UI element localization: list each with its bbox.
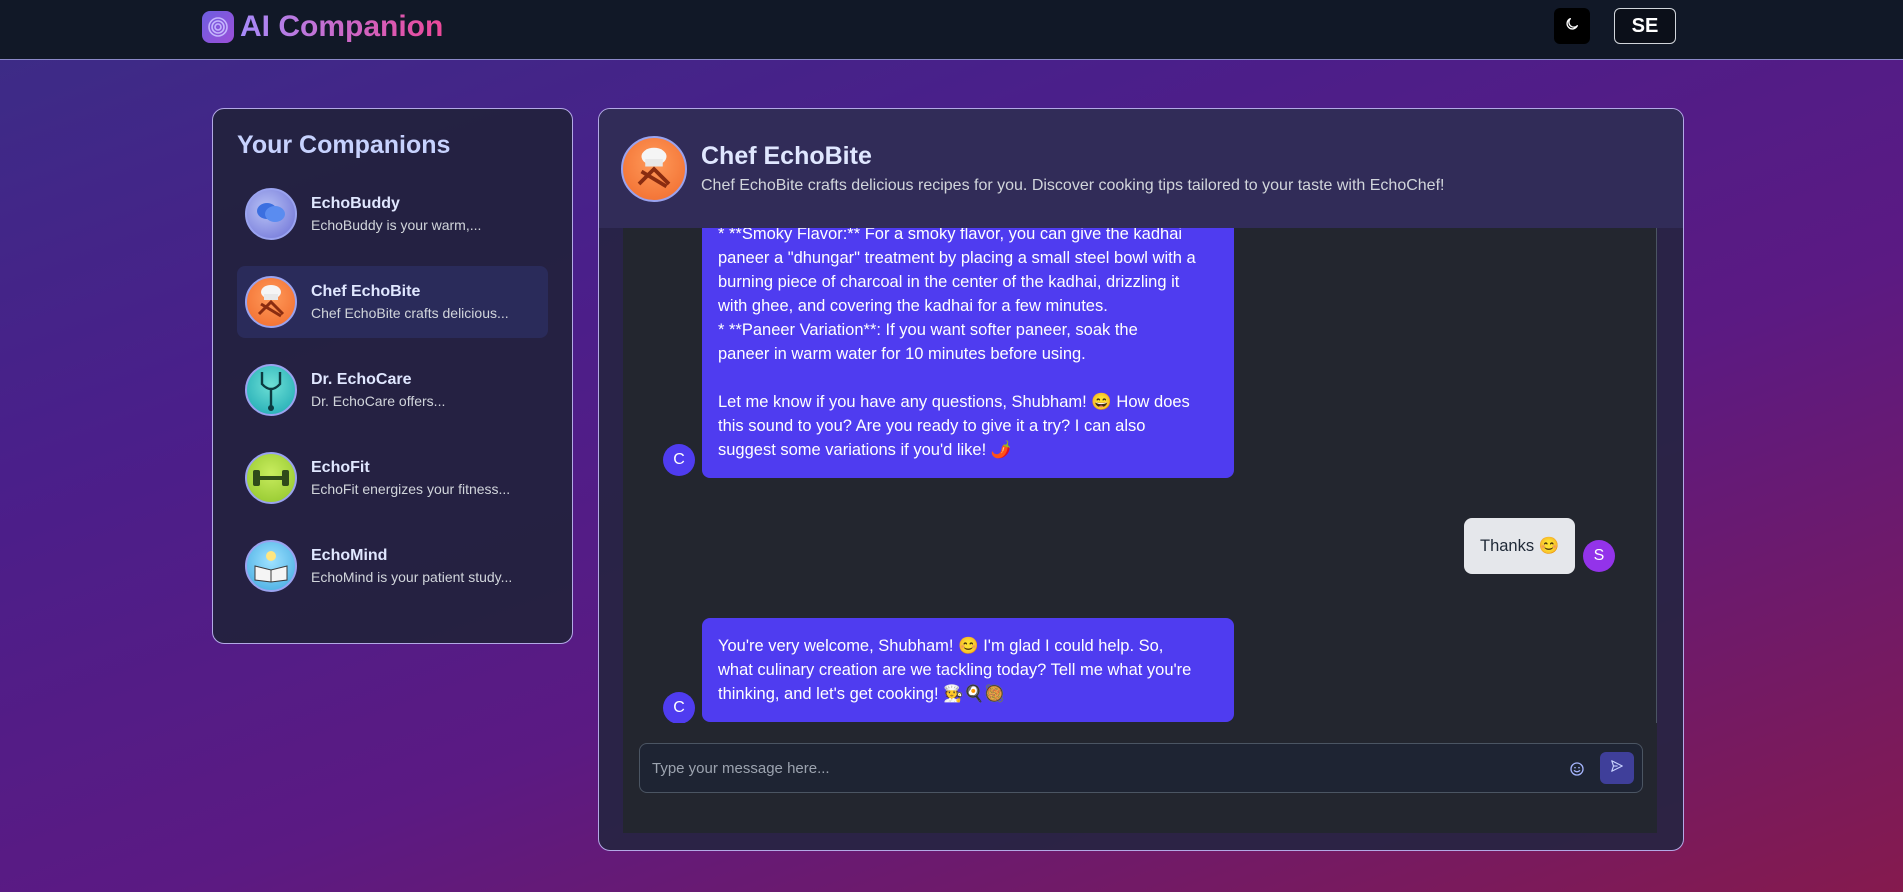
top-bar: AI Companion SE [0, 0, 1903, 60]
app-logo[interactable]: AI Companion [202, 10, 443, 44]
message-line: * **Smoky Flavor:** For a smoky flavor, … [718, 228, 1183, 243]
chef-echobite-avatar [621, 135, 687, 202]
message-line: what culinary creation are we tackling t… [718, 661, 1192, 679]
echobuddy-avatar [245, 188, 297, 240]
user-avatar-badge: S [1583, 540, 1615, 572]
message-line: paneer a "dhungar" treatment by placing … [718, 249, 1196, 267]
companion-desc: EchoBuddy is your warm,... [311, 217, 482, 233]
smiley-icon[interactable] [1566, 758, 1588, 780]
message-line: this sound to you? Are you ready to give… [718, 417, 1146, 435]
user-message: Thanks 😊 [1464, 518, 1576, 574]
companion-desc: Dr. EchoCare offers... [311, 393, 446, 409]
composer [623, 723, 1657, 833]
companion-name: EchoBuddy [311, 195, 400, 212]
companion-item-echofit[interactable]: EchoFit EchoFit energizes your fitness..… [237, 442, 548, 514]
companion-name: Chef EchoBite [311, 283, 421, 300]
message-line: Let me know if you have any questions, S… [718, 393, 1190, 411]
companion-item-dr-echocare[interactable]: Dr. EchoCare Dr. EchoCare offers... [237, 354, 548, 426]
spiral-logo-icon [202, 11, 234, 43]
message-line: You're very welcome, Shubham! 😊 I'm glad… [718, 637, 1164, 655]
companion-desc: EchoFit energizes your fitness... [311, 481, 511, 497]
companion-desc: Chef EchoBite crafts delicious... [311, 305, 509, 321]
companion-name: EchoFit [311, 459, 370, 476]
theme-toggle-button[interactable] [1554, 8, 1590, 44]
message-input-container [639, 743, 1643, 793]
message-line: paneer in warm water for 10 minutes befo… [718, 345, 1086, 363]
bot-avatar-badge: C [663, 444, 695, 476]
message-list[interactable]: * **Smoky Flavor:** For a smoky flavor, … [623, 228, 1657, 723]
companions-sidebar: Your Companions EchoBuddy EchoBuddy is y… [212, 108, 573, 644]
send-button[interactable] [1600, 752, 1634, 784]
chat-title: Chef EchoBite [701, 142, 872, 170]
send-arrow-icon [1610, 759, 1624, 778]
message-line: thinking, and let's get cooking! 🧑‍🍳🍳🥘 [718, 685, 1005, 703]
bot-message: You're very welcome, Shubham! 😊 I'm glad… [702, 618, 1234, 722]
companion-item-echomind[interactable]: EchoMind EchoMind is your patient study.… [237, 530, 548, 602]
message-input[interactable] [652, 756, 1552, 780]
message-line [718, 366, 1218, 390]
bot-message: * **Smoky Flavor:** For a smoky flavor, … [702, 228, 1234, 478]
companion-desc: EchoMind is your patient study... [311, 569, 513, 585]
companion-item-chef-echobite[interactable]: Chef EchoBite Chef EchoBite crafts delic… [237, 266, 548, 338]
echomind-avatar [245, 540, 297, 592]
app-title: AI Companion [240, 10, 444, 43]
companion-name: EchoMind [311, 547, 388, 564]
user-menu-button[interactable]: SE [1614, 8, 1676, 44]
companion-name: Dr. EchoCare [311, 371, 412, 388]
chat-panel: Chef EchoBite Chef EchoBite crafts delic… [598, 108, 1684, 851]
message-line: burning piece of charcoal in the center … [718, 273, 1180, 291]
chat-header: Chef EchoBite Chef EchoBite crafts delic… [599, 109, 1683, 228]
bot-avatar-badge: C [663, 692, 695, 723]
dr-echocare-avatar [245, 364, 297, 416]
message-line: with ghee, and covering the kadhai for a… [718, 297, 1108, 315]
echofit-avatar [245, 452, 297, 504]
companion-item-echobuddy[interactable]: EchoBuddy EchoBuddy is your warm,... [237, 178, 548, 250]
chat-subtitle: Chef EchoBite crafts delicious recipes f… [701, 177, 1445, 194]
moon-icon [1564, 16, 1580, 37]
message-line: * **Paneer Variation**: If you want soft… [718, 321, 1138, 339]
chef-echobite-avatar [245, 276, 297, 328]
sidebar-title: Your Companions [237, 131, 451, 159]
message-line: suggest some variations if you'd like! 🌶… [718, 441, 1012, 459]
